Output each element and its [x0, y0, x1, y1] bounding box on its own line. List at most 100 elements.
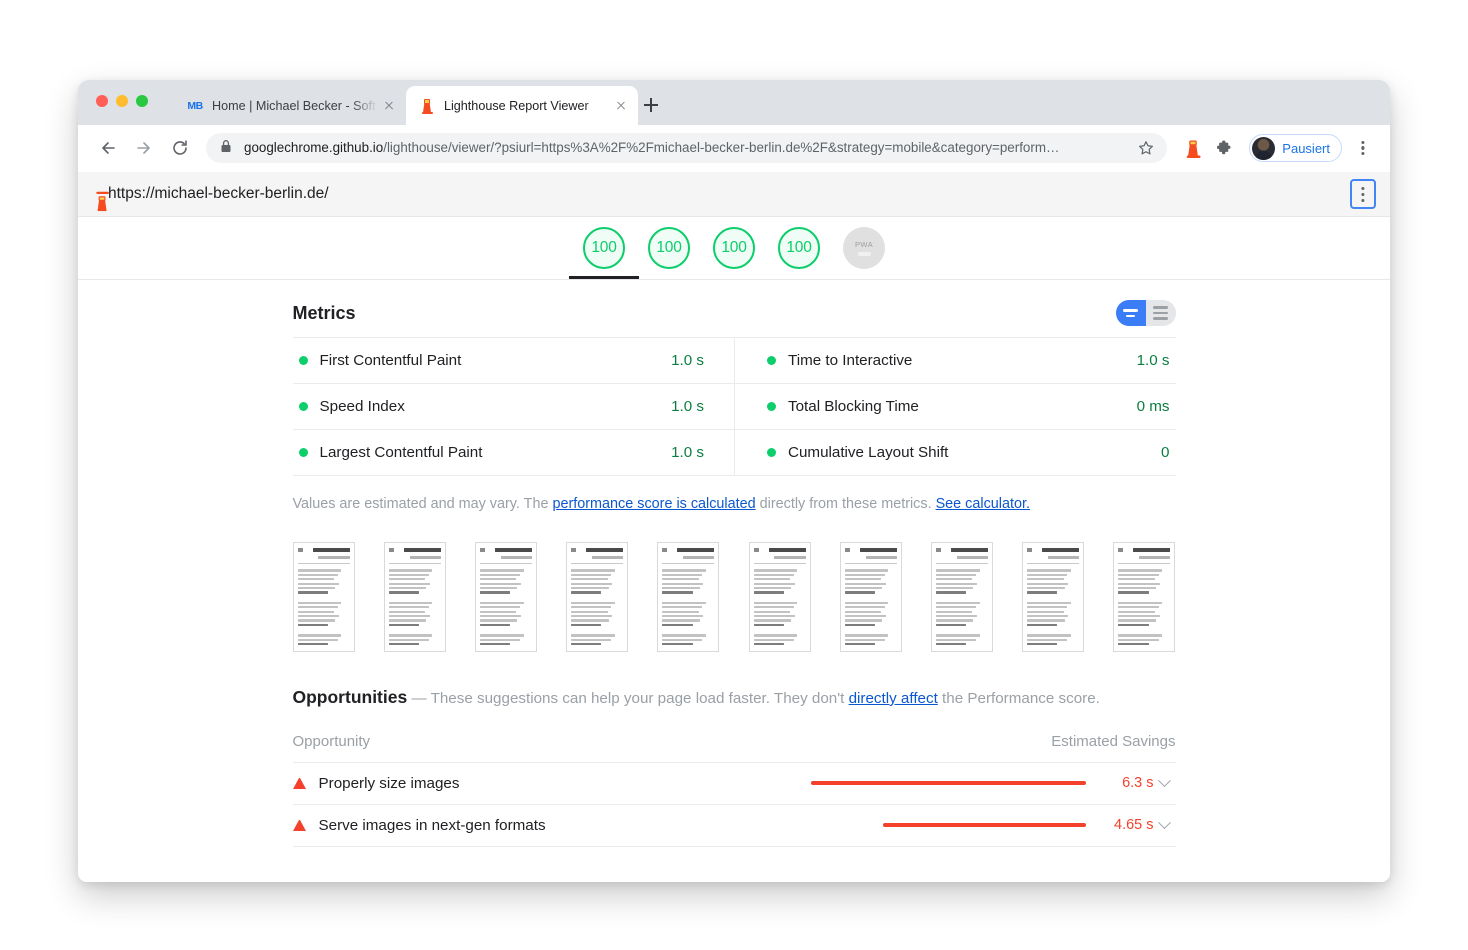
filmstrip-thumbnail	[1113, 541, 1176, 652]
directly-affect-link[interactable]: directly affect	[849, 690, 938, 707]
note-part2: directly from these metrics.	[755, 496, 936, 512]
lead-part2: the Performance score.	[937, 689, 1100, 707]
screenshot-filmstrip	[292, 515, 1176, 652]
mb-favicon: MB	[187, 99, 203, 112]
star-icon[interactable]	[1133, 135, 1159, 161]
report-body: Metrics First Contentful Paint 1.0 s Tim…	[78, 280, 1390, 882]
pwa-dash-icon	[857, 252, 871, 256]
metrics-view-toggle[interactable]	[1115, 300, 1176, 326]
tab-title: Lighthouse Report Viewer	[444, 98, 589, 113]
see-calculator-link[interactable]: See calculator.	[936, 496, 1030, 512]
report-tools-menu-button[interactable]	[1350, 179, 1376, 209]
chevron-down-icon[interactable]	[1154, 815, 1176, 830]
filmstrip-thumbnail	[657, 541, 720, 652]
filmstrip-thumbnail	[839, 541, 902, 652]
metric-name: First Contentful Paint	[319, 352, 462, 369]
savings-bar-track	[546, 822, 1102, 828]
filmstrip-thumbnail	[1022, 541, 1085, 652]
gauge-accessibility[interactable]: 100	[647, 227, 691, 269]
lead-part1: These suggestions can help your page loa…	[430, 689, 849, 707]
list-bars-icon[interactable]	[1146, 300, 1176, 326]
gauge-seo[interactable]: 100	[777, 227, 821, 269]
opportunities-table-header: Opportunity Estimated Savings	[292, 711, 1176, 763]
tabs: MB Home | Michael Becker - Softw Lightho…	[174, 86, 638, 125]
forward-button[interactable]	[128, 132, 160, 164]
diagnostics-section: Diagnostics — More information about the…	[293, 847, 1176, 882]
opportunity-name: Properly size images	[318, 774, 460, 792]
window-traffic-lights	[96, 95, 148, 107]
tab-title: Home | Michael Becker - Softw	[212, 98, 377, 113]
metric-time-to-interactive[interactable]: Time to Interactive 1.0 s	[734, 338, 1176, 384]
filmstrip-thumbnail	[383, 541, 446, 652]
gauge-best-practices[interactable]: 100	[712, 227, 756, 269]
browser-toolbar: googlechrome.github.io/lighthouse/viewer…	[78, 125, 1390, 172]
metrics-title: Metrics	[292, 302, 356, 323]
metrics-header: Metrics	[293, 300, 1176, 337]
three-dot-menu-icon[interactable]	[1350, 134, 1376, 162]
tab-lighthouse-report-viewer[interactable]: Lighthouse Report Viewer	[406, 86, 638, 125]
url-host: googlechrome.github.io	[244, 140, 384, 155]
status-dot-pass	[767, 448, 776, 457]
chevron-down-icon[interactable]	[1154, 773, 1176, 788]
profile-label: Pausiert	[1282, 140, 1330, 156]
puzzle-icon[interactable]	[1211, 134, 1239, 162]
avatar	[1252, 136, 1276, 160]
metric-value: 0 ms	[1136, 398, 1170, 415]
filter-bars-icon[interactable]	[1115, 300, 1146, 326]
close-icon[interactable]	[613, 98, 629, 114]
metric-name: Cumulative Layout Shift	[788, 444, 949, 461]
tab-home-michael-becker[interactable]: MB Home | Michael Becker - Softw	[174, 86, 406, 125]
status-dot-pass	[767, 356, 776, 365]
close-window-button[interactable]	[96, 95, 108, 107]
maximize-window-button[interactable]	[136, 95, 148, 107]
opportunity-name: Serve images in next-gen formats	[318, 816, 546, 834]
opportunity-row-properly-size-images[interactable]: Properly size images 6.3 s	[292, 763, 1176, 805]
gauge-score: 100	[778, 227, 820, 269]
metric-name: Speed Index	[319, 398, 405, 415]
reload-button[interactable]	[164, 132, 196, 164]
savings-bar	[882, 822, 1086, 828]
filmstrip-thumbnail	[931, 541, 994, 652]
gauge-score: 100	[648, 227, 690, 269]
opportunities-section: Opportunities — These suggestions can he…	[292, 652, 1176, 847]
gauge-score: 100	[713, 227, 755, 269]
opportunities-title: Opportunities	[292, 686, 408, 707]
savings-bar-track	[459, 780, 1101, 786]
selected-category-indicator	[569, 276, 639, 279]
back-button[interactable]	[92, 132, 124, 164]
browser-window: MB Home | Michael Becker - Softw Lightho…	[78, 80, 1390, 882]
gauge-performance[interactable]: 100	[569, 227, 639, 279]
metric-value: 1.0 s	[671, 444, 704, 461]
metric-name: Total Blocking Time	[788, 398, 919, 415]
metric-cumulative-layout-shift[interactable]: Cumulative Layout Shift 0	[734, 430, 1176, 476]
column-estimated-savings: Estimated Savings	[1051, 732, 1176, 750]
lighthouse-icon	[419, 98, 435, 114]
warning-triangle-icon	[292, 777, 306, 789]
filmstrip-thumbnail	[748, 541, 811, 652]
profile-chip[interactable]: Pausiert	[1249, 134, 1342, 162]
status-dot-pass	[298, 448, 308, 457]
opportunity-row-serve-images-next-gen[interactable]: Serve images in next-gen formats 4.65 s	[292, 805, 1176, 847]
metric-first-contentful-paint[interactable]: First Contentful Paint 1.0 s	[292, 338, 734, 384]
address-bar[interactable]: googlechrome.github.io/lighthouse/viewer…	[206, 133, 1168, 163]
minimize-window-button[interactable]	[116, 95, 128, 107]
url-path: /lighthouse/viewer/?psiurl=https%3A%2F%2…	[383, 140, 1060, 155]
metric-largest-contentful-paint[interactable]: Largest Contentful Paint 1.0 s	[292, 430, 734, 476]
lock-icon	[220, 139, 234, 158]
filmstrip-thumbnail	[474, 541, 537, 652]
lead-dash: —	[407, 689, 431, 707]
metric-speed-index[interactable]: Speed Index 1.0 s	[292, 384, 734, 430]
lighthouse-extension-icon[interactable]	[1179, 134, 1207, 162]
new-tab-button[interactable]	[638, 92, 664, 118]
metric-total-blocking-time[interactable]: Total Blocking Time 0 ms	[734, 384, 1176, 430]
metric-name: Largest Contentful Paint	[319, 444, 483, 461]
filmstrip-thumbnail	[292, 541, 355, 652]
status-dot-pass	[298, 356, 308, 365]
lighthouse-report-header: https://michael-becker-berlin.de/	[78, 172, 1390, 217]
gauge-pwa[interactable]: PWA	[842, 227, 886, 269]
performance-score-link[interactable]: performance score is calculated	[552, 496, 755, 512]
close-icon[interactable]	[381, 98, 397, 114]
metrics-grid: First Contentful Paint 1.0 s Time to Int…	[292, 337, 1176, 476]
metric-value: 1.0 s	[671, 398, 704, 415]
status-dot-pass	[298, 402, 308, 411]
